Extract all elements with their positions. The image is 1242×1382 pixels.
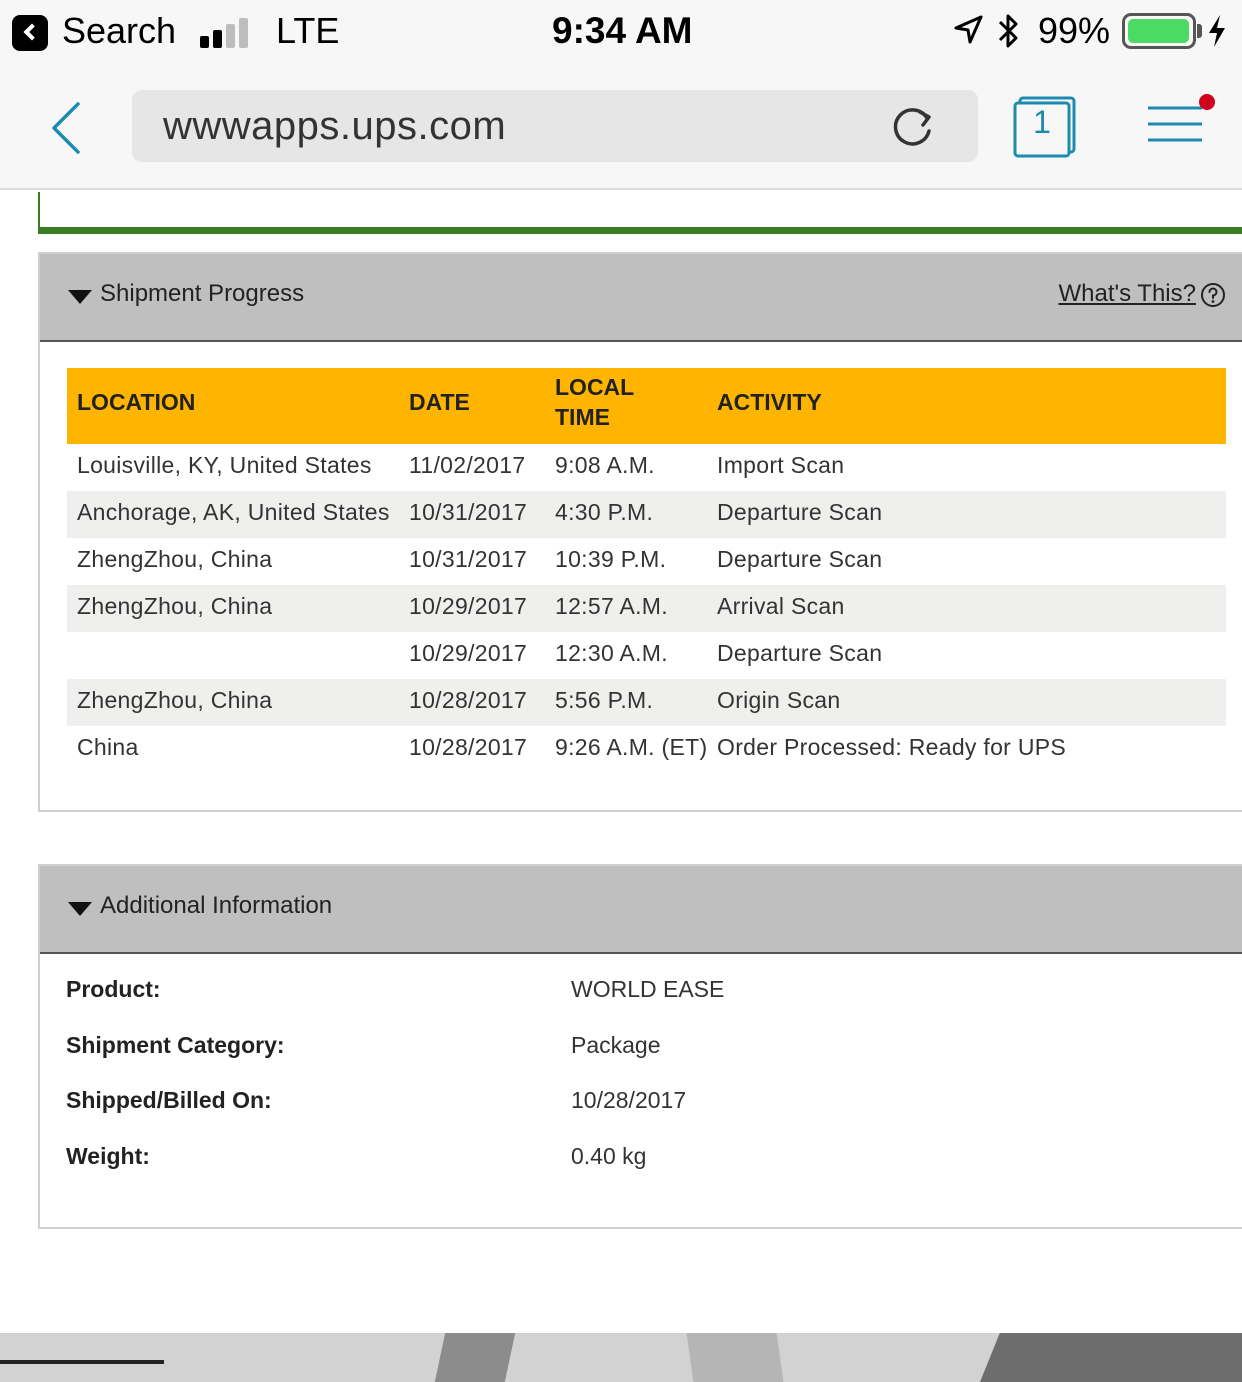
back-app-label[interactable]: Search xyxy=(62,10,176,52)
cell-activity: Departure Scan xyxy=(717,640,883,666)
shipment-progress-panel: Shipment Progress What's This? LOCATION … xyxy=(38,252,1242,812)
table-row: ZhengZhou, China 10/28/2017 5:56 P.M. Or… xyxy=(67,679,1226,726)
browser-toolbar: wwwapps.ups.com 1 xyxy=(0,64,1242,190)
cell-time: 10:39 P.M. xyxy=(555,546,667,572)
cell-activity: Origin Scan xyxy=(717,687,841,713)
shipment-category-label: Shipment Category: xyxy=(66,1032,285,1058)
cell-location: China xyxy=(77,734,139,760)
shipped-billed-on-value: 10/28/2017 xyxy=(571,1087,687,1113)
cell-time: 12:30 A.M. xyxy=(555,640,668,666)
cell-date: 10/31/2017 xyxy=(409,546,528,572)
cell-location: Louisville, KY, United States xyxy=(77,452,372,478)
cell-date: 10/29/2017 xyxy=(409,593,528,619)
notification-dot-icon xyxy=(1199,94,1215,110)
battery-percentage: 99% xyxy=(1038,10,1111,51)
column-header-date: DATE xyxy=(409,389,470,415)
signal-strength-icon xyxy=(200,14,252,48)
whats-this-link[interactable]: What's This? xyxy=(1058,280,1196,308)
shipped-billed-on-label: Shipped/Billed On: xyxy=(66,1087,272,1113)
charging-bolt-icon xyxy=(1209,15,1225,47)
cell-location: ZhengZhou, China xyxy=(77,593,273,619)
collapse-triangle-icon[interactable] xyxy=(68,902,92,916)
column-header-local-time: LOCAL TIME xyxy=(555,374,634,430)
chevron-left-icon xyxy=(23,23,41,41)
table-row: ZhengZhou, China 10/31/2017 10:39 P.M. D… xyxy=(67,538,1226,585)
url-text[interactable]: wwwapps.ups.com xyxy=(163,104,506,149)
table-row: Anchorage, AK, United States 10/31/2017 … xyxy=(67,491,1226,538)
table-row: Louisville, KY, United States 11/02/2017… xyxy=(67,444,1226,491)
table-row: China 10/28/2017 9:26 A.M. (ET) Order Pr… xyxy=(67,726,1226,773)
cell-activity: Arrival Scan xyxy=(717,593,845,619)
cell-date: 10/28/2017 xyxy=(409,687,528,713)
cell-time: 9:26 A.M. (ET) xyxy=(555,734,708,760)
table-row: 10/29/2017 12:30 A.M. Departure Scan xyxy=(67,632,1226,679)
table-row: ZhengZhou, China 10/29/2017 12:57 A.M. A… xyxy=(67,585,1226,632)
network-type: LTE xyxy=(276,10,340,51)
address-bar[interactable]: wwwapps.ups.com xyxy=(132,90,978,162)
footer-banner-image xyxy=(0,1333,1242,1382)
tab-count[interactable]: 1 xyxy=(1014,104,1070,141)
help-circle-icon[interactable] xyxy=(1200,282,1226,308)
additional-information-title[interactable]: Additional Information xyxy=(100,892,332,920)
cell-activity: Import Scan xyxy=(717,452,845,478)
cell-time: 9:08 A.M. xyxy=(555,452,655,478)
cell-time: 4:30 P.M. xyxy=(555,499,654,525)
cell-date: 10/29/2017 xyxy=(409,640,528,666)
weight-value: 0.40 kg xyxy=(571,1143,647,1169)
product-label: Product: xyxy=(66,976,161,1002)
cell-activity: Order Processed: Ready for UPS xyxy=(717,734,1067,760)
cell-date: 10/28/2017 xyxy=(409,734,528,760)
cell-activity: Departure Scan xyxy=(717,499,883,525)
additional-information-header[interactable]: Additional Information xyxy=(40,866,1242,954)
back-to-app-button[interactable] xyxy=(12,15,48,51)
column-header-activity: ACTIVITY xyxy=(717,389,822,415)
cell-date: 10/31/2017 xyxy=(409,499,528,525)
location-arrow-icon xyxy=(954,15,983,44)
cell-time: 5:56 P.M. xyxy=(555,687,654,713)
status-bar: Search LTE 9:34 AM 99% xyxy=(0,0,1242,64)
cell-location: ZhengZhou, China xyxy=(77,546,273,572)
back-chevron-icon[interactable] xyxy=(48,100,88,156)
product-value: WORLD EASE xyxy=(571,976,725,1002)
column-header-location: LOCATION xyxy=(77,389,196,415)
collapse-triangle-icon[interactable] xyxy=(68,290,92,304)
section-divider xyxy=(38,192,1242,234)
clock: 9:34 AM xyxy=(552,10,693,51)
shipment-progress-title[interactable]: Shipment Progress xyxy=(100,280,304,308)
progress-table-header: LOCATION DATE LOCAL TIME ACTIVITY xyxy=(67,368,1226,444)
footer-rule xyxy=(0,1360,164,1364)
weight-label: Weight: xyxy=(66,1143,150,1169)
shipment-category-value: Package xyxy=(571,1032,661,1058)
menu-icon[interactable] xyxy=(1140,94,1220,150)
cell-location: Anchorage, AK, United States xyxy=(77,499,390,525)
cell-activity: Departure Scan xyxy=(717,546,883,572)
bluetooth-icon xyxy=(998,14,1018,48)
shipment-progress-header[interactable]: Shipment Progress What's This? xyxy=(40,254,1242,342)
cell-time: 12:57 A.M. xyxy=(555,593,668,619)
cell-location: ZhengZhou, China xyxy=(77,687,273,713)
reload-icon[interactable] xyxy=(890,104,936,150)
battery-cap xyxy=(1197,24,1202,38)
battery-icon xyxy=(1122,13,1196,49)
additional-information-panel: Additional Information Product: WORLD EA… xyxy=(38,864,1242,1229)
cell-date: 11/02/2017 xyxy=(409,452,526,478)
